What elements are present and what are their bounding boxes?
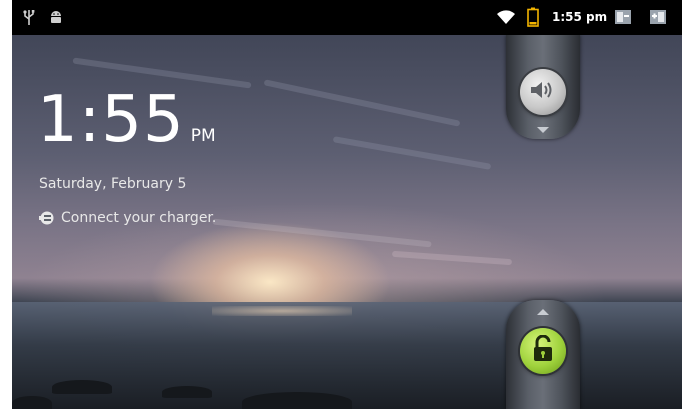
rock [242,392,352,409]
cloud-streak [263,79,461,127]
cloud-streak [391,250,513,266]
cloud-streak [212,218,432,248]
rock [52,380,112,394]
usb-icon [20,7,38,27]
speaker-volume-icon [528,78,558,106]
cloud-streak [332,136,492,170]
clock-time: 1:55 [37,83,185,157]
chevron-up-icon [537,309,549,315]
rock [162,386,212,398]
notification-icon-2[interactable] [648,7,668,27]
lock-date: Saturday, February 5 [39,176,187,192]
sea [12,302,682,409]
unlock-button[interactable] [520,328,566,374]
battery-icon [526,7,540,27]
status-time: 1:55 pm [552,10,608,24]
padlock-open-icon [531,334,555,367]
clock-ampm: PM [190,126,216,146]
charger-message: Connect your charger. [61,210,217,226]
charger-status: Connect your charger. [39,210,216,226]
android-debug-icon [47,7,65,27]
charger-plug-icon [39,211,55,225]
wifi-icon [495,7,517,27]
lock-screen: 1:55 pm 1:55 PM Saturday, February 5 Conn… [12,0,682,409]
lock-clock: 1:55 PM [37,88,216,152]
chevron-down-icon [537,127,549,133]
sound-toggle-button[interactable] [520,69,566,115]
sun-reflection [212,306,352,316]
status-bar: 1:55 pm [12,0,682,35]
unlock-tab[interactable] [506,300,580,409]
rock [12,396,52,409]
sound-toggle-tab[interactable] [506,35,580,139]
notification-icon[interactable] [613,7,633,27]
